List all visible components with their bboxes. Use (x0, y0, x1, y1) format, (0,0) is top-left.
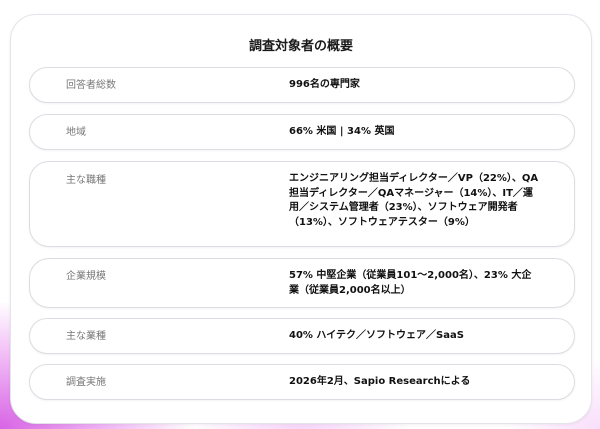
survey-overview-card: 調査対象者の概要 回答者総数 996名の専門家 地域 66% 米国 | 34% … (10, 14, 592, 424)
row-respondents: 回答者総数 996名の専門家 (29, 67, 575, 103)
row-label: 回答者総数 (66, 80, 116, 91)
row-label: 企業規模 (66, 271, 106, 282)
row-survey-conducted: 調査実施 2026年2月、Sapio Researchによる (29, 364, 575, 400)
row-value: 57% 中堅企業（従業員101〜2,000名）、23% 大企業（従業員2,000… (289, 270, 532, 296)
row-company-size: 企業規模 57% 中堅企業（従業員101〜2,000名）、23% 大企業（従業員… (29, 258, 575, 308)
row-industry: 主な業種 40% ハイテク／ソフトウェア／SaaS (29, 318, 575, 354)
row-value: 40% ハイテク／ソフトウェア／SaaS (289, 330, 464, 341)
row-value: 996名の専門家 (289, 79, 360, 90)
row-label: 主な職種 (66, 175, 106, 186)
row-label: 調査実施 (66, 377, 106, 388)
row-value: 66% 米国 | 34% 英国 (289, 126, 395, 137)
row-label: 地域 (66, 127, 86, 138)
row-job-roles: 主な職種 エンジニアリング担当ディレクター／VP（22%）、QA担当ディレクター… (29, 161, 575, 247)
row-value: 2026年2月、Sapio Researchによる (289, 376, 471, 387)
row-label: 主な業種 (66, 331, 106, 342)
card-title: 調査対象者の概要 (248, 39, 353, 54)
row-value: エンジニアリング担当ディレクター／VP（22%）、QA担当ディレクター／QAマネ… (289, 173, 539, 228)
row-region: 地域 66% 米国 | 34% 英国 (29, 114, 575, 150)
